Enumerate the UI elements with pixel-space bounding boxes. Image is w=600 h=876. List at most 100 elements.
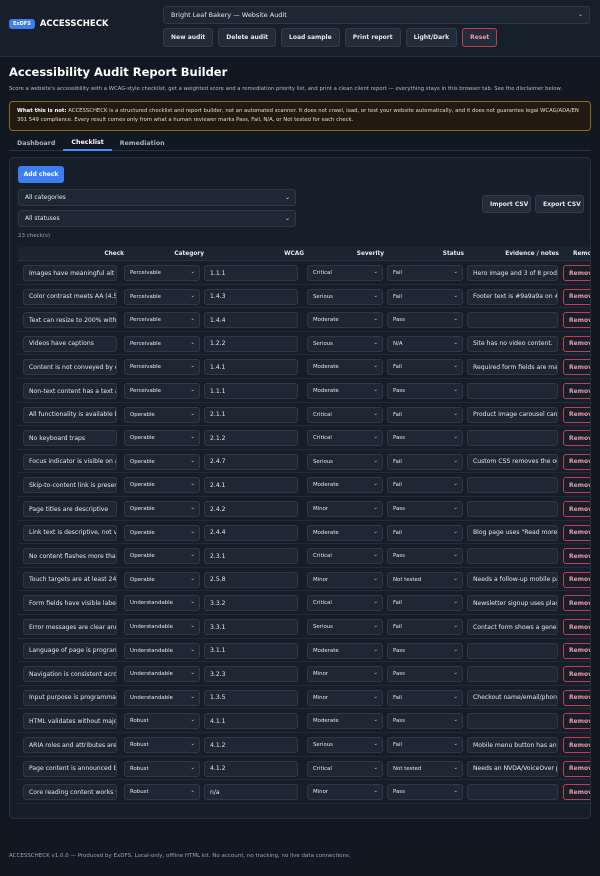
category-select[interactable]: Understandable ⌄ [124, 595, 200, 612]
check-name-input[interactable]: Videos have captions [23, 335, 117, 352]
theme-toggle-button[interactable]: Light/Dark [405, 28, 458, 47]
category-select[interactable]: Operable ⌄ [124, 406, 200, 423]
wcag-input[interactable]: 2.4.1 [204, 477, 298, 494]
wcag-input[interactable]: 3.1.1 [204, 642, 298, 659]
status-select[interactable]: Pass ⌄ [387, 666, 463, 683]
evidence-input[interactable] [467, 477, 558, 494]
evidence-input[interactable]: Hero image and 3 of 8 product photos [467, 265, 558, 281]
severity-select[interactable]: Critical ⌄ [307, 760, 383, 777]
remove-row-button[interactable]: Remove [563, 784, 590, 801]
check-name-input[interactable]: Language of page is programmatically set [23, 642, 117, 659]
category-select[interactable]: Operable ⌄ [124, 477, 200, 494]
status-select[interactable]: Fail ⌄ [387, 453, 463, 470]
severity-select[interactable]: Minor ⌄ [307, 571, 383, 588]
tab-dashboard[interactable]: Dashboard [9, 135, 63, 151]
wcag-input[interactable]: 3.3.2 [204, 595, 298, 612]
wcag-input[interactable]: 2.1.1 [204, 406, 298, 423]
wcag-input[interactable]: 4.1.2 [204, 737, 298, 753]
remove-row-button[interactable]: Remove [563, 406, 590, 423]
status-select[interactable]: Pass ⌄ [387, 430, 463, 447]
remove-row-button[interactable]: Remove [563, 642, 590, 659]
evidence-input[interactable]: Required form fields are marked only in … [467, 359, 558, 376]
wcag-input[interactable]: 2.1.2 [204, 430, 298, 447]
export-csv-button[interactable]: Export CSV [535, 195, 584, 213]
severity-select[interactable]: Critical ⌄ [307, 595, 383, 612]
severity-select[interactable]: Moderate ⌄ [307, 312, 383, 329]
category-select[interactable]: Understandable ⌄ [124, 642, 200, 659]
evidence-input[interactable]: Site has no video content. [467, 335, 558, 352]
severity-select[interactable]: Serious ⌄ [307, 737, 383, 753]
severity-select[interactable]: Serious ⌄ [307, 453, 383, 470]
remove-row-button[interactable]: Remove [563, 335, 590, 352]
remove-row-button[interactable]: Remove [563, 595, 590, 612]
evidence-input[interactable] [467, 312, 558, 329]
status-select[interactable]: Pass ⌄ [387, 383, 463, 399]
status-select[interactable]: N/A ⌄ [387, 335, 463, 352]
category-select[interactable]: Understandable ⌄ [124, 619, 200, 635]
status-select[interactable]: Not tested ⌄ [387, 571, 463, 588]
check-name-input[interactable]: Non-text content has a text alternative [23, 383, 117, 399]
status-select[interactable]: Pass ⌄ [387, 501, 463, 517]
category-select[interactable]: Perceivable ⌄ [124, 335, 200, 352]
category-select[interactable]: Perceivable ⌄ [124, 383, 200, 399]
check-name-input[interactable]: Color contrast meets AA (4.5:1) [23, 288, 117, 305]
remove-row-button[interactable]: Remove [563, 524, 590, 541]
wcag-input[interactable]: n/a [204, 784, 298, 801]
status-filter-select[interactable]: All statuses ⌄ [18, 210, 296, 227]
remove-row-button[interactable]: Remove [563, 548, 590, 565]
status-select[interactable]: Pass ⌄ [387, 312, 463, 329]
evidence-input[interactable]: Newsletter signup uses placeholder only [467, 595, 558, 612]
category-select[interactable]: Operable ⌄ [124, 501, 200, 517]
remove-row-button[interactable]: Remove [563, 312, 590, 329]
check-name-input[interactable]: Core reading content works without CSS [23, 784, 117, 801]
remove-row-button[interactable]: Remove [563, 265, 590, 281]
status-select[interactable]: Fail ⌄ [387, 595, 463, 612]
status-select[interactable]: Pass ⌄ [387, 642, 463, 659]
load-sample-button[interactable]: Load sample [281, 28, 340, 47]
wcag-input[interactable]: 2.4.4 [204, 524, 298, 541]
severity-select[interactable]: Minor ⌄ [307, 666, 383, 683]
category-select[interactable]: Robust ⌄ [124, 737, 200, 753]
category-select[interactable]: Operable ⌄ [124, 524, 200, 541]
evidence-input[interactable] [467, 666, 558, 683]
wcag-input[interactable]: 1.3.5 [204, 689, 298, 706]
severity-select[interactable]: Minor ⌄ [307, 501, 383, 517]
tab-remediation[interactable]: Remediation [112, 135, 173, 151]
status-select[interactable]: Pass ⌄ [387, 784, 463, 801]
wcag-input[interactable]: 1.1.1 [204, 383, 298, 399]
evidence-input[interactable] [467, 784, 558, 801]
remove-row-button[interactable]: Remove [563, 501, 590, 517]
status-select[interactable]: Fail ⌄ [387, 737, 463, 753]
severity-select[interactable]: Critical ⌄ [307, 430, 383, 447]
check-name-input[interactable]: Input purpose is programmatically set [23, 689, 117, 706]
evidence-input[interactable]: Custom CSS removes the outline [467, 453, 558, 470]
check-name-input[interactable]: Focus indicator is visible on all contro… [23, 453, 117, 470]
wcag-input[interactable]: 3.3.1 [204, 619, 298, 635]
severity-select[interactable]: Serious ⌄ [307, 335, 383, 352]
reset-button[interactable]: Reset [462, 28, 498, 47]
status-select[interactable]: Fail ⌄ [387, 359, 463, 376]
evidence-input[interactable]: Checkout name/email/phone lack autocompl… [467, 689, 558, 706]
remove-row-button[interactable]: Remove [563, 383, 590, 399]
evidence-input[interactable]: Product image carousel cannot be reached [467, 406, 558, 423]
severity-select[interactable]: Moderate ⌄ [307, 642, 383, 659]
check-name-input[interactable]: No keyboard traps [23, 430, 117, 447]
category-select[interactable]: Perceivable ⌄ [124, 265, 200, 281]
wcag-input[interactable]: 2.4.2 [204, 501, 298, 517]
category-filter-select[interactable]: All categories ⌄ [18, 189, 296, 206]
evidence-input[interactable] [467, 642, 558, 659]
check-name-input[interactable]: Text can resize to 200% without loss [23, 312, 117, 329]
category-select[interactable]: Perceivable ⌄ [124, 359, 200, 376]
audit-select[interactable]: Bright Leaf Bakery — Website Audit ⌄ [163, 6, 590, 24]
category-select[interactable]: Robust ⌄ [124, 784, 200, 801]
wcag-input[interactable]: 3.2.3 [204, 666, 298, 683]
severity-select[interactable]: Moderate ⌄ [307, 524, 383, 541]
evidence-input[interactable] [467, 383, 558, 399]
import-csv-button[interactable]: Import CSV [482, 195, 531, 213]
remove-row-button[interactable]: Remove [563, 430, 590, 447]
category-select[interactable]: Operable ⌄ [124, 571, 200, 588]
check-name-input[interactable]: Page content is announced by screen read… [23, 760, 117, 777]
category-select[interactable]: Perceivable ⌄ [124, 312, 200, 329]
category-select[interactable]: Operable ⌄ [124, 430, 200, 447]
check-name-input[interactable]: Link text is descriptive, not vague [23, 524, 117, 541]
